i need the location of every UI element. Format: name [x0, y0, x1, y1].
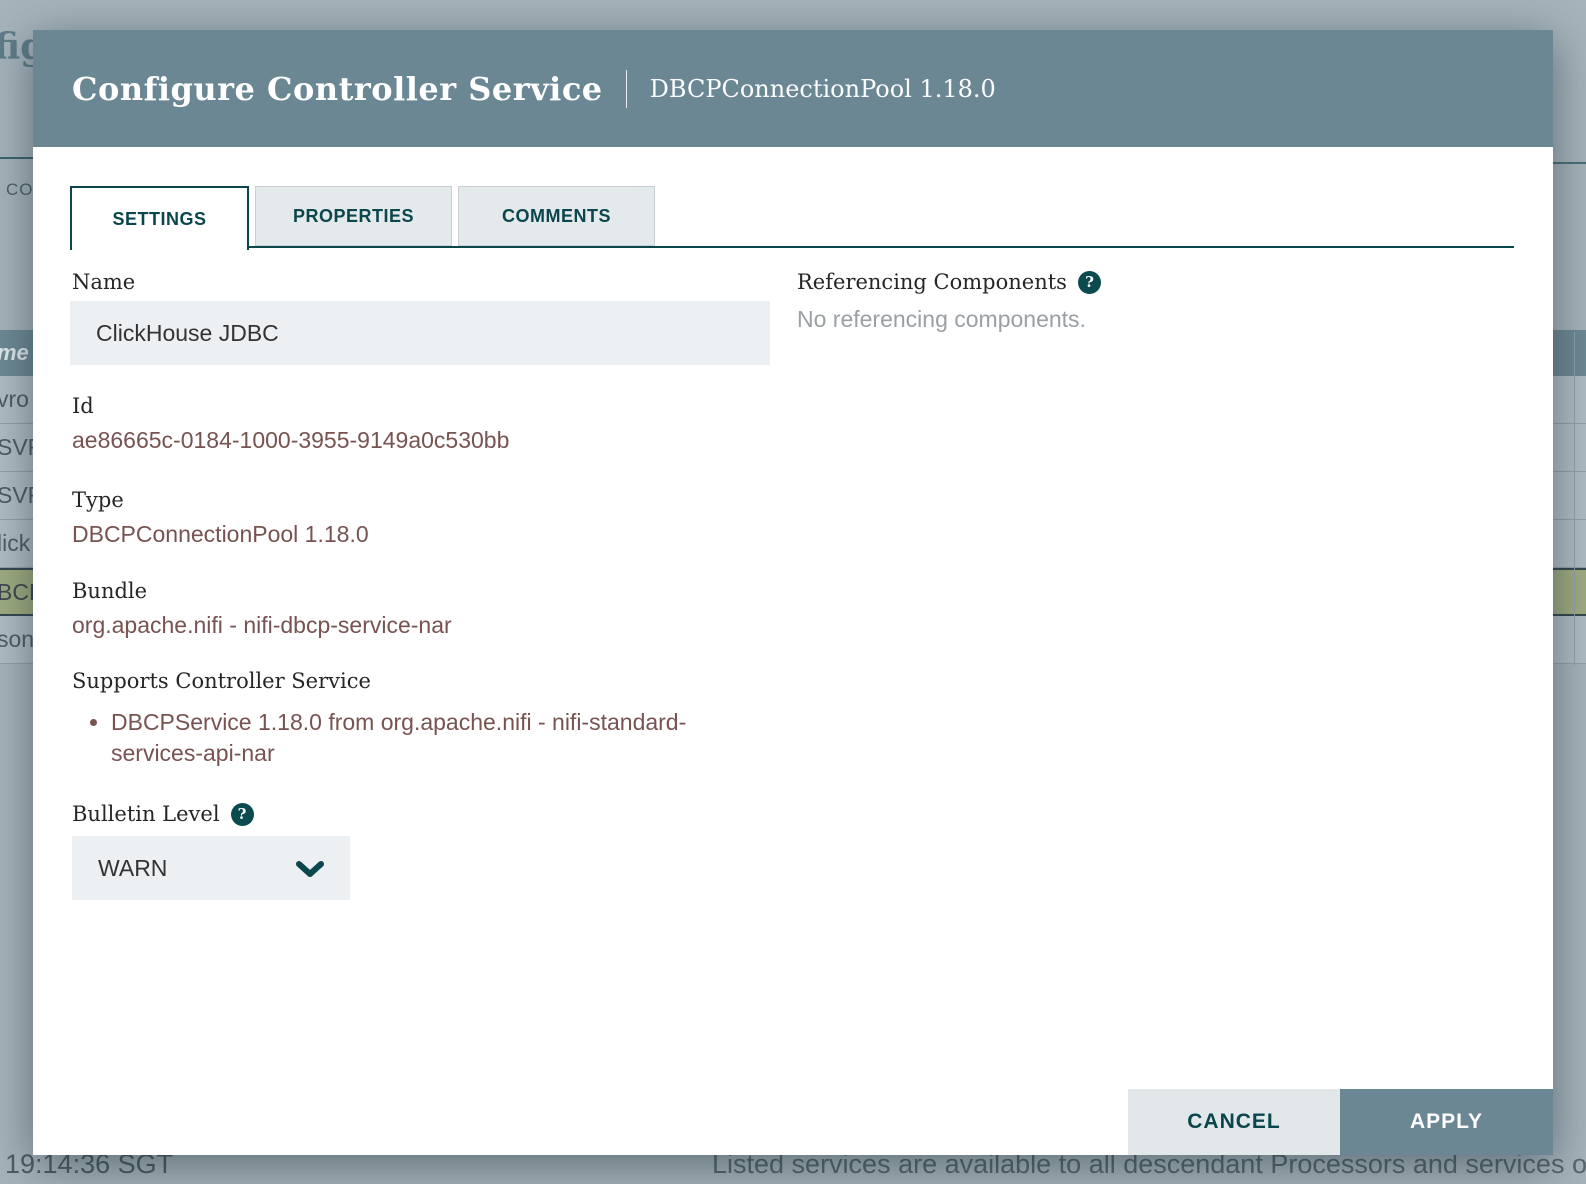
dialog-title: Configure Controller Service [72, 70, 603, 108]
table-row: SVR [0, 424, 33, 472]
table-header-name: me [0, 330, 33, 376]
background-tab-underline-left [0, 157, 33, 159]
name-input-value: ClickHouse JDBC [70, 320, 279, 347]
table-row: SVR [0, 472, 33, 520]
type-value: DBCPConnectionPool 1.18.0 [72, 521, 369, 548]
table-header-cell [1553, 330, 1586, 376]
bulletin-level-value: WARN [72, 855, 167, 882]
dialog-tabs: SETTINGS PROPERTIES COMMENTS [70, 186, 655, 250]
id-label: Id [72, 394, 94, 418]
referencing-components-label: Referencing Components ? [797, 270, 1101, 294]
table-row: vro [0, 376, 33, 424]
type-label: Type [72, 488, 124, 512]
referencing-components-empty-text: No referencing components. [797, 306, 1086, 333]
table-row: lick [0, 520, 33, 568]
background-services-table-right [1553, 330, 1586, 664]
id-value: ae86665c-0184-1000-3955-9149a0c530bb [72, 427, 509, 454]
tab-properties[interactable]: PROPERTIES [255, 186, 452, 246]
table-row [1553, 520, 1586, 568]
table-row [1553, 472, 1586, 520]
cancel-button[interactable]: CANCEL [1128, 1089, 1340, 1155]
supports-controller-service-list: DBCPService 1.18.0 from org.apache.nifi … [85, 707, 747, 769]
background-tab-label-fragment: CO [6, 180, 34, 200]
configure-controller-service-dialog: Configure Controller Service DBCPConnect… [33, 30, 1553, 1155]
bulletin-level-dropdown[interactable]: WARN [72, 836, 350, 900]
tab-settings[interactable]: SETTINGS [70, 186, 249, 250]
screen: fig CO me vro SVR SVR lick BCP son 19:14… [0, 0, 1586, 1184]
name-label: Name [72, 270, 135, 294]
background-services-table-left: me vro SVR SVR lick BCP son [0, 330, 33, 664]
background-tab-underline-right [1552, 162, 1586, 164]
table-row-selected [1553, 568, 1586, 616]
table-row [1553, 376, 1586, 424]
bundle-label: Bundle [72, 579, 147, 603]
help-icon[interactable]: ? [231, 803, 254, 826]
dialog-header: Configure Controller Service DBCPConnect… [33, 30, 1553, 147]
title-separator [626, 70, 627, 108]
table-row-selected: BCP [0, 568, 33, 616]
supports-controller-service-label: Supports Controller Service [72, 669, 371, 693]
bulletin-level-label: Bulletin Level ? [72, 802, 254, 826]
name-input[interactable]: ClickHouse JDBC [70, 301, 770, 365]
dialog-subtitle: DBCPConnectionPool 1.18.0 [650, 75, 996, 103]
table-row [1553, 424, 1586, 472]
table-row: son [0, 616, 33, 664]
apply-button[interactable]: APPLY [1340, 1089, 1553, 1155]
table-row [1553, 616, 1586, 664]
bundle-value: org.apache.nifi - nifi-dbcp-service-nar [72, 612, 452, 639]
tab-comments[interactable]: COMMENTS [458, 186, 655, 246]
background-table-column-divider [1574, 332, 1575, 666]
help-icon[interactable]: ? [1078, 271, 1101, 294]
chevron-down-icon [296, 861, 324, 878]
supported-service-item: DBCPService 1.18.0 from org.apache.nifi … [111, 707, 747, 769]
